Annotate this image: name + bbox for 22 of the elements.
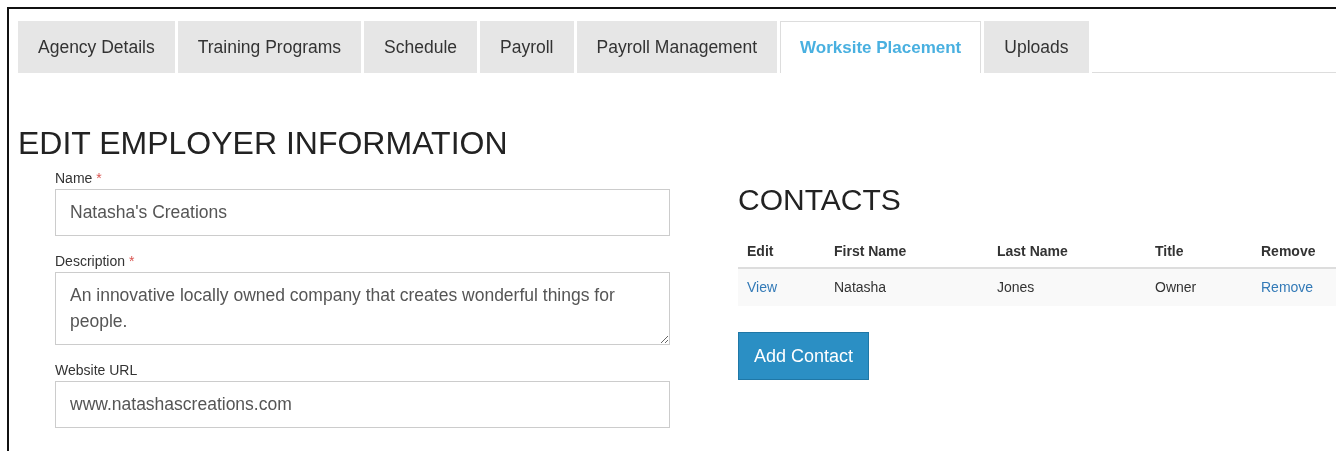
- text-area[interactable]: An innovative locally owned company that creates wonderful things for people.: [55, 272, 670, 345]
- input-field[interactable]: www.natashascreations.com: [55, 381, 670, 428]
- required-mark: *: [96, 170, 102, 186]
- remove-link[interactable]: Remove: [1261, 279, 1314, 295]
- section-title: CONTACTS: [738, 183, 902, 217]
- tab[interactable]: Schedule: [364, 21, 477, 73]
- tab[interactable]: Training Programs: [177, 21, 362, 73]
- page-title: EDIT EMPLOYER INFORMATION: [18, 125, 509, 161]
- table-cell: Natasha: [825, 268, 988, 306]
- field-label: Website URL: [55, 362, 138, 378]
- tab[interactable]: Payroll Management: [576, 21, 777, 73]
- tab[interactable]: Agency Details: [18, 21, 175, 73]
- table-cell: Owner: [1146, 268, 1252, 306]
- input-field[interactable]: Natasha's Creations: [55, 189, 670, 236]
- table-cell: Jones: [988, 268, 1146, 306]
- required-mark: *: [129, 253, 135, 269]
- field-label: Description: [55, 253, 126, 269]
- add-contact-button[interactable]: Add Contact: [738, 332, 870, 380]
- tab[interactable]: Uploads: [984, 21, 1089, 73]
- tab[interactable]: Payroll: [480, 21, 574, 73]
- field-label: Name: [55, 170, 93, 186]
- view-link[interactable]: View: [747, 279, 778, 295]
